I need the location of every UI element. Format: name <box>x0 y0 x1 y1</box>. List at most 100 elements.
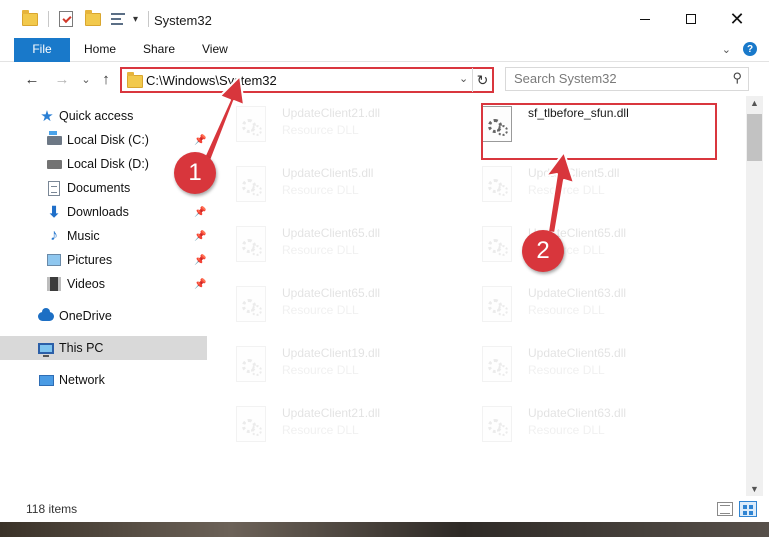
help-icon[interactable]: ? <box>743 42 757 56</box>
pin-icon[interactable]: 📌 <box>194 207 206 218</box>
dll-file-icon <box>482 286 512 322</box>
pin-icon[interactable]: 📌 <box>194 279 206 290</box>
forward-arrow-icon: → <box>54 70 70 88</box>
desktop-background <box>0 522 769 537</box>
forward-button[interactable]: → <box>52 69 72 89</box>
tab-file[interactable]: File <box>14 38 70 62</box>
sidebar-item-label: Videos <box>67 277 105 291</box>
tiles-view-icon[interactable] <box>739 501 757 517</box>
tab-share[interactable]: Share <box>143 38 175 62</box>
file-name: UpdateClient63.dll <box>528 406 627 420</box>
minimize-icon <box>640 18 650 20</box>
sidebar-item-downloads[interactable]: ⬇ Downloads 📌 <box>0 200 207 224</box>
sidebar-item-pictures[interactable]: Pictures 📌 <box>0 248 207 272</box>
ribbon-controls: ⌄ ? <box>722 42 757 56</box>
address-bar[interactable]: C:\Windows\System32 ⌄ ↻ <box>120 67 494 93</box>
address-path[interactable]: C:\Windows\System32 <box>146 73 277 88</box>
recent-locations-button[interactable]: ⌄ <box>76 69 96 89</box>
file-tile[interactable]: UpdateClient5.dll Resource DLL <box>456 156 696 206</box>
file-tile[interactable]: UpdateClient5.dll Resource DLL <box>210 156 450 206</box>
sidebar-item-label: Local Disk (D:) <box>67 157 149 171</box>
file-tile[interactable]: UpdateClient21.dll Resource DLL <box>210 396 450 446</box>
navigation-pane: ★ Quick access Local Disk (C:) 📌 Local D… <box>0 96 210 496</box>
sidebar-item-label: Network <box>59 373 105 387</box>
dll-file-icon <box>482 406 512 442</box>
search-input[interactable] <box>514 71 724 86</box>
file-type: Resource DLL <box>528 303 605 317</box>
file-tile[interactable]: UpdateClient65.dll Resource DLL <box>210 216 450 266</box>
file-type: Resource DLL <box>282 183 359 197</box>
highlighted-file-annotation <box>481 103 717 160</box>
dll-file-icon <box>482 226 512 262</box>
details-view-icon[interactable] <box>717 502 733 516</box>
sidebar-item-label: This PC <box>59 341 104 355</box>
onedrive-icon <box>38 307 54 324</box>
file-tile[interactable]: UpdateClient65.dll Resource DLL <box>456 216 696 266</box>
sidebar-item-music[interactable]: ♪ Music 📌 <box>0 224 207 248</box>
downloads-icon: ⬇ <box>47 204 61 221</box>
file-tile[interactable]: UpdateClient21.dll Resource DLL <box>210 96 450 146</box>
network-icon <box>38 372 54 388</box>
up-button[interactable]: ↑ <box>96 69 116 89</box>
sidebar-item-network[interactable]: Network <box>0 368 207 392</box>
pictures-icon <box>46 252 62 268</box>
dll-file-icon <box>236 346 266 382</box>
folder-icon <box>127 72 143 88</box>
maximize-button[interactable] <box>668 0 714 38</box>
file-name: UpdateClient63.dll <box>528 286 627 300</box>
pin-icon[interactable]: 📌 <box>194 231 206 242</box>
list-properties-icon[interactable] <box>111 12 127 26</box>
file-tile[interactable]: UpdateClient65.dll Resource DLL <box>210 276 450 326</box>
dll-file-icon <box>236 286 266 322</box>
sidebar-item-videos[interactable]: Videos 📌 <box>0 272 207 296</box>
item-count: 118 items <box>26 502 78 516</box>
file-type: Resource DLL <box>282 123 359 137</box>
scroll-up-icon[interactable]: ▲ <box>750 98 759 108</box>
back-button[interactable]: ← <box>22 69 42 89</box>
back-arrow-icon: ← <box>24 70 40 88</box>
pin-icon[interactable]: 📌 <box>194 255 206 266</box>
file-name: UpdateClient65.dll <box>528 346 627 360</box>
refresh-button[interactable]: ↻ <box>472 68 492 92</box>
music-icon: ♪ <box>50 227 58 244</box>
search-box[interactable]: ⚲ <box>505 67 749 91</box>
close-button[interactable]: ✕ <box>714 0 760 38</box>
file-name: UpdateClient5.dll <box>528 166 620 180</box>
sidebar-item-onedrive[interactable]: OneDrive <box>0 304 207 328</box>
sidebar-item-label: Documents <box>67 181 131 195</box>
tab-home[interactable]: Home <box>84 38 116 62</box>
sidebar-item-this-pc[interactable]: This PC <box>0 336 207 360</box>
scroll-down-icon[interactable]: ▼ <box>750 484 759 494</box>
drive-c-icon <box>46 130 62 148</box>
search-icon[interactable]: ⚲ <box>732 70 742 86</box>
file-name: UpdateClient65.dll <box>282 226 381 240</box>
file-type: Resource DLL <box>528 363 605 377</box>
scrollbar-thumb[interactable] <box>747 114 762 161</box>
properties-checkmark-icon[interactable] <box>59 11 73 27</box>
file-tile[interactable]: UpdateClient19.dll Resource DLL <box>210 336 450 386</box>
pin-icon[interactable]: 📌 <box>194 135 206 146</box>
expand-ribbon-chevron-icon[interactable]: ⌄ <box>722 43 731 56</box>
close-icon: ✕ <box>729 9 745 29</box>
sidebar-item-quick-access[interactable]: ★ Quick access <box>0 104 207 128</box>
vertical-scrollbar[interactable]: ▲ ▼ <box>746 96 763 496</box>
explorer-window: ▾ System32 ✕ File Home Share View ⌄ ? ← … <box>0 0 769 537</box>
file-type: Resource DLL <box>282 243 359 257</box>
file-name: UpdateClient21.dll <box>282 406 381 420</box>
maximize-icon <box>686 14 696 24</box>
videos-icon <box>46 276 62 292</box>
file-tile[interactable]: UpdateClient63.dll Resource DLL <box>456 396 696 446</box>
new-folder-icon[interactable] <box>85 9 101 26</box>
sidebar-item-local-disk-c[interactable]: Local Disk (C:) 📌 <box>0 128 207 152</box>
customize-toolbar-chevron-icon[interactable]: ▾ <box>133 14 138 25</box>
address-dropdown-icon[interactable]: ⌄ <box>459 72 468 85</box>
file-name: UpdateClient21.dll <box>282 106 381 120</box>
tab-view[interactable]: View <box>202 38 228 62</box>
minimize-button[interactable] <box>622 0 668 38</box>
dll-file-icon <box>236 406 266 442</box>
file-tile[interactable]: UpdateClient65.dll Resource DLL <box>456 336 696 386</box>
documents-icon <box>46 180 62 196</box>
toolbar-divider <box>48 11 49 27</box>
file-tile[interactable]: UpdateClient63.dll Resource DLL <box>456 276 696 326</box>
file-name: UpdateClient19.dll <box>282 346 381 360</box>
